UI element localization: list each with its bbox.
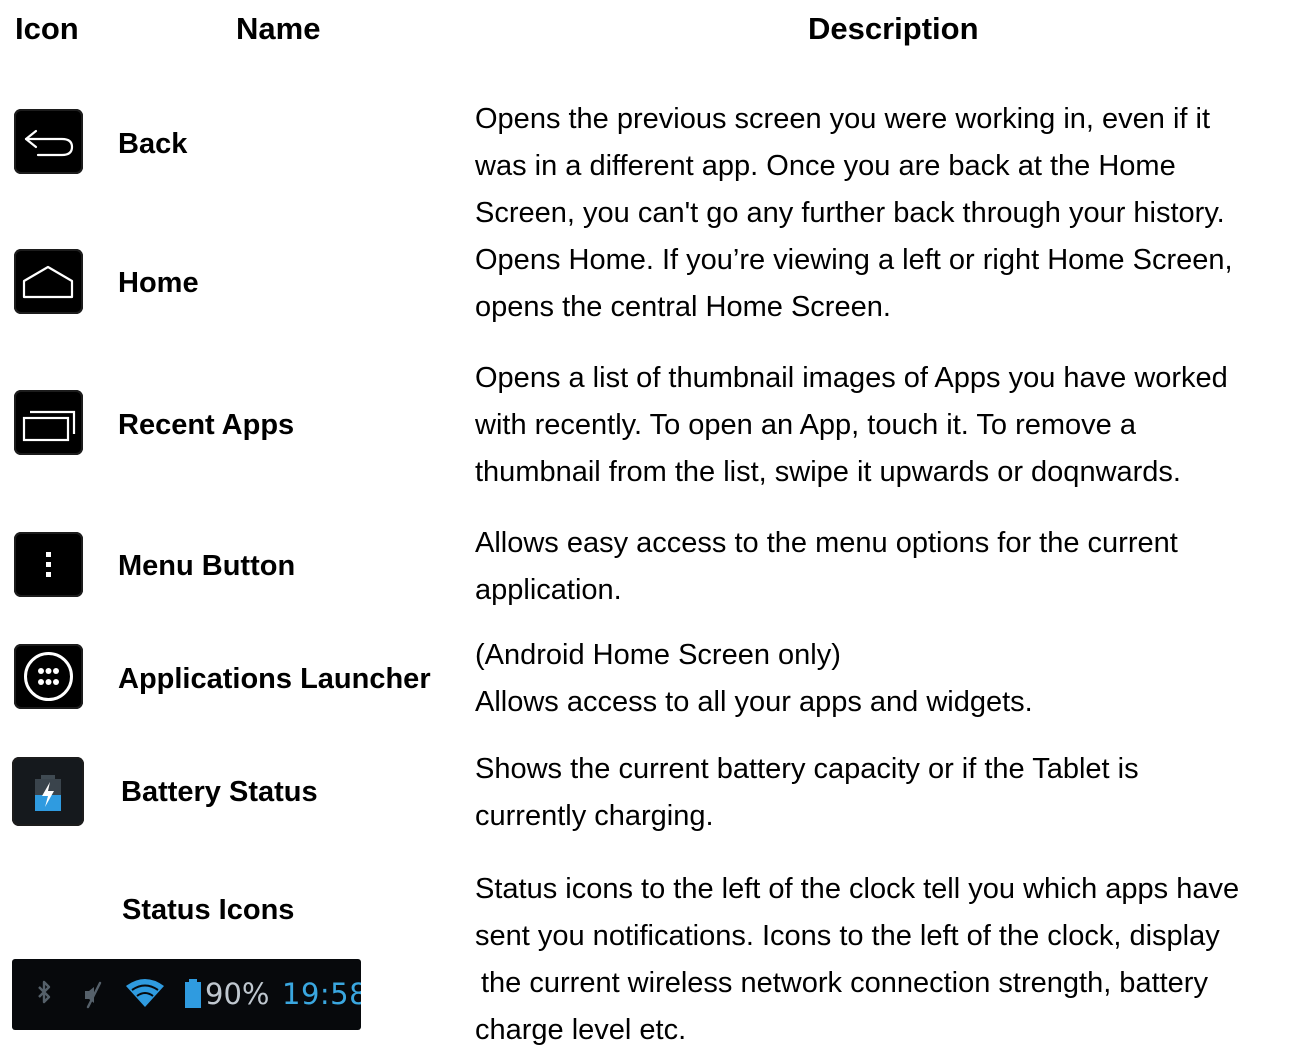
header-name: Name (236, 11, 321, 46)
row-name-applications-launcher: Applications Launcher (118, 663, 431, 695)
header-icon: Icon (15, 11, 79, 46)
row-name-back: Back (118, 128, 188, 160)
row-name-recent-apps: Recent Apps (118, 409, 295, 441)
row-name-menu-button: Menu Button (118, 550, 296, 582)
status-bar-image: 90% 19:58 (12, 959, 361, 1030)
apps-grid-icon (14, 644, 83, 709)
header-description: Description (808, 11, 979, 46)
menu-dots-icon (14, 532, 83, 597)
row-description-recent-apps: Opens a list of thumbnail images of Apps… (475, 362, 1228, 488)
home-icon (14, 249, 83, 314)
bluetooth-icon (38, 980, 51, 1004)
row-description-back: Opens the previous screen you were worki… (475, 103, 1225, 229)
row-description-battery-status: Shows the current battery capacity or if… (475, 753, 1139, 832)
clock-text: 19:58 (282, 977, 361, 1011)
back-arrow-icon (14, 109, 83, 174)
row-description-menu-button: Allows easy access to the menu options f… (475, 527, 1178, 606)
row-name-home: Home (118, 267, 199, 299)
row-description-home: Opens Home. If you’re viewing a left or … (475, 244, 1233, 323)
row-name-battery-status: Battery Status (121, 776, 318, 808)
battery-charging-icon (12, 757, 84, 826)
recent-apps-icon (14, 390, 83, 455)
row-description-applications-launcher: (Android Home Screen only) Allows access… (475, 639, 1033, 718)
mute-icon (85, 981, 102, 1009)
wifi-icon (126, 979, 164, 1007)
row-name-status-icons: Status Icons (122, 894, 295, 926)
row-description-status-icons: Status icons to the left of the clock te… (475, 873, 1240, 1046)
battery-percent-text: 90% (205, 977, 270, 1011)
battery-icon (185, 979, 201, 1008)
